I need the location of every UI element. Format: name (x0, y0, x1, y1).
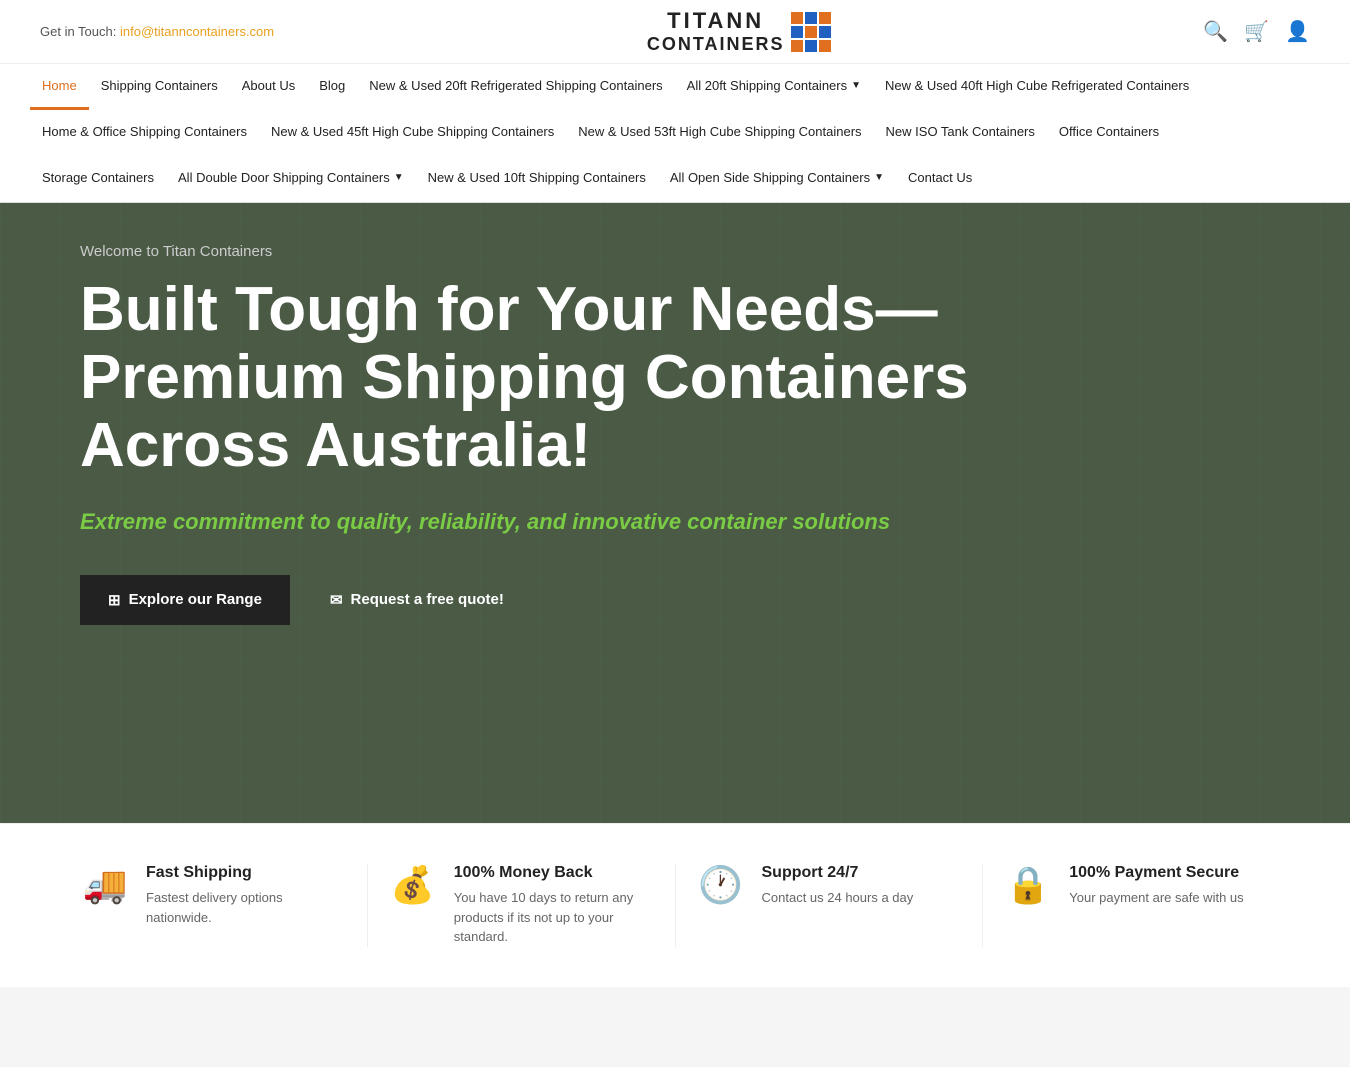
payment-secure-title: 100% Payment Secure (1069, 864, 1243, 882)
header-icons: 🔍 🛒 👤 (1203, 19, 1310, 44)
nav-label-all-open-side: All Open Side Shipping Containers (670, 170, 870, 185)
contact-bar: Get in Touch: info@titanncontainers.com (40, 24, 274, 39)
grid-icon: ⊞ (108, 591, 121, 609)
nav-item-blog[interactable]: Blog (307, 64, 357, 110)
hero-title: Built Tough for Your Needs—Premium Shipp… (80, 276, 980, 481)
nav-label-new-used-45ft: New & Used 45ft High Cube Shipping Conta… (271, 124, 554, 139)
nav-item-new-used-53ft[interactable]: New & Used 53ft High Cube Shipping Conta… (566, 110, 873, 156)
nav-item-home-office[interactable]: Home & Office Shipping Containers (30, 110, 259, 156)
nav-label-contact-us: Contact Us (908, 170, 972, 185)
nav-label-about-us: About Us (242, 78, 295, 93)
nav-item-shipping-containers[interactable]: Shipping Containers (89, 64, 230, 110)
explore-label: Explore our Range (129, 591, 262, 608)
nav-item-new-used-45ft[interactable]: New & Used 45ft High Cube Shipping Conta… (259, 110, 566, 156)
feature-money-back: 💰 100% Money Back You have 10 days to retu… (368, 864, 676, 947)
fast-shipping-description: Fastest delivery options nationwide. (146, 888, 347, 927)
chevron-down-icon: ▼ (874, 172, 884, 183)
nav-item-new-used-40ft-hc-refrig[interactable]: New & Used 40ft High Cube Refrigerated C… (873, 64, 1201, 110)
money-back-title: 100% Money Back (454, 864, 655, 882)
nav-label-shipping-containers: Shipping Containers (101, 78, 218, 93)
nav-label-office-containers: Office Containers (1059, 124, 1159, 139)
chevron-down-icon: ▼ (851, 80, 861, 91)
bottom-space (0, 987, 1350, 1067)
fast-shipping-title: Fast Shipping (146, 864, 347, 882)
nav-label-home-office: Home & Office Shipping Containers (42, 124, 247, 139)
support-247-description: Contact us 24 hours a day (762, 888, 914, 908)
payment-secure-text: 100% Payment Secure Your payment are safe… (1069, 864, 1243, 908)
nav-label-blog: Blog (319, 78, 345, 93)
navigation: Home Shipping Containers About Us Blog New &… (0, 64, 1350, 203)
nav-item-all-open-side[interactable]: All Open Side Shipping Containers ▼ (658, 156, 896, 202)
logo-grid (791, 12, 831, 52)
logo-text: TITANN CONTAINERS (647, 8, 785, 55)
fast-shipping-icon: 🚚 (80, 864, 130, 906)
explore-button[interactable]: ⊞ Explore our Range (80, 575, 290, 625)
nav-item-all-20ft[interactable]: All 20ft Shipping Containers ▼ (675, 64, 873, 110)
nav-label-new-used-10ft: New & Used 10ft Shipping Containers (428, 170, 646, 185)
nav-label-new-used-53ft: New & Used 53ft High Cube Shipping Conta… (578, 124, 861, 139)
contact-email[interactable]: info@titanncontainers.com (120, 24, 274, 39)
nav-label-new-used-40ft-hc-refrig: New & Used 40ft High Cube Refrigerated C… (885, 78, 1189, 93)
nav-item-new-used-20ft-refrig[interactable]: New & Used 20ft Refrigerated Shipping Co… (357, 64, 674, 110)
user-icon[interactable]: 👤 (1285, 19, 1310, 44)
nav-label-all-20ft: All 20ft Shipping Containers (687, 78, 847, 93)
fast-shipping-text: Fast Shipping Fastest delivery options na… (146, 864, 347, 927)
nav-item-home[interactable]: Home (30, 64, 89, 110)
nav-item-storage-containers[interactable]: Storage Containers (30, 156, 166, 202)
contact-label: Get in Touch: (40, 24, 116, 39)
feature-payment-secure: 🔒 100% Payment Secure Your payment are saf… (983, 864, 1290, 947)
nav-row-3: Storage Containers All Double Door Shippi… (0, 156, 1350, 202)
nav-label-storage-containers: Storage Containers (42, 170, 154, 185)
payment-secure-icon: 🔒 (1003, 864, 1053, 906)
nav-row-1: Home Shipping Containers About Us Blog New &… (0, 64, 1350, 110)
nav-label-all-double-door: All Double Door Shipping Containers (178, 170, 390, 185)
nav-item-new-iso-tank[interactable]: New ISO Tank Containers (874, 110, 1047, 156)
top-bar: Get in Touch: info@titanncontainers.com … (0, 0, 1350, 64)
money-back-description: You have 10 days to return any products … (454, 888, 655, 947)
cart-icon[interactable]: 🛒 (1244, 19, 1269, 44)
logo[interactable]: TITANN CONTAINERS (647, 8, 831, 55)
logo-line2: CONTAINERS (647, 34, 785, 55)
support-247-title: Support 24/7 (762, 864, 914, 882)
envelope-icon: ✉ (330, 591, 343, 609)
feature-support-247: 🕐 Support 24/7 Contact us 24 hours a day (676, 864, 984, 947)
money-back-text: 100% Money Back You have 10 days to retur… (454, 864, 655, 947)
payment-secure-description: Your payment are safe with us (1069, 888, 1243, 908)
chevron-down-icon: ▼ (394, 172, 404, 183)
support-247-text: Support 24/7 Contact us 24 hours a day (762, 864, 914, 908)
nav-label-new-iso-tank: New ISO Tank Containers (886, 124, 1035, 139)
hero-section: Welcome to Titan Containers Built Tough … (0, 203, 1350, 823)
quote-label: Request a free quote! (351, 591, 504, 608)
search-icon[interactable]: 🔍 (1203, 19, 1228, 44)
hero-subtitle: Extreme commitment to quality, reliabili… (80, 509, 980, 535)
hero-welcome: Welcome to Titan Containers (80, 243, 980, 260)
hero-content: Welcome to Titan Containers Built Tough … (80, 243, 980, 625)
nav-row-2: Home & Office Shipping Containers New & U… (0, 110, 1350, 156)
nav-item-contact-us[interactable]: Contact Us (896, 156, 984, 202)
nav-label-home: Home (42, 78, 77, 93)
nav-item-all-double-door[interactable]: All Double Door Shipping Containers ▼ (166, 156, 416, 202)
logo-line1: TITANN (667, 8, 764, 34)
hero-buttons: ⊞ Explore our Range ✉ Request a free quo… (80, 575, 980, 625)
features-bar: 🚚 Fast Shipping Fastest delivery options n… (0, 823, 1350, 987)
money-back-icon: 💰 (388, 864, 438, 906)
nav-item-about-us[interactable]: About Us (230, 64, 307, 110)
nav-item-new-used-10ft[interactable]: New & Used 10ft Shipping Containers (416, 156, 658, 202)
support-247-icon: 🕐 (696, 864, 746, 906)
nav-label-new-used-20ft-refrig: New & Used 20ft Refrigerated Shipping Co… (369, 78, 662, 93)
feature-fast-shipping: 🚚 Fast Shipping Fastest delivery options n… (60, 864, 368, 947)
quote-button[interactable]: ✉ Request a free quote! (310, 575, 524, 625)
nav-item-office-containers[interactable]: Office Containers (1047, 110, 1171, 156)
